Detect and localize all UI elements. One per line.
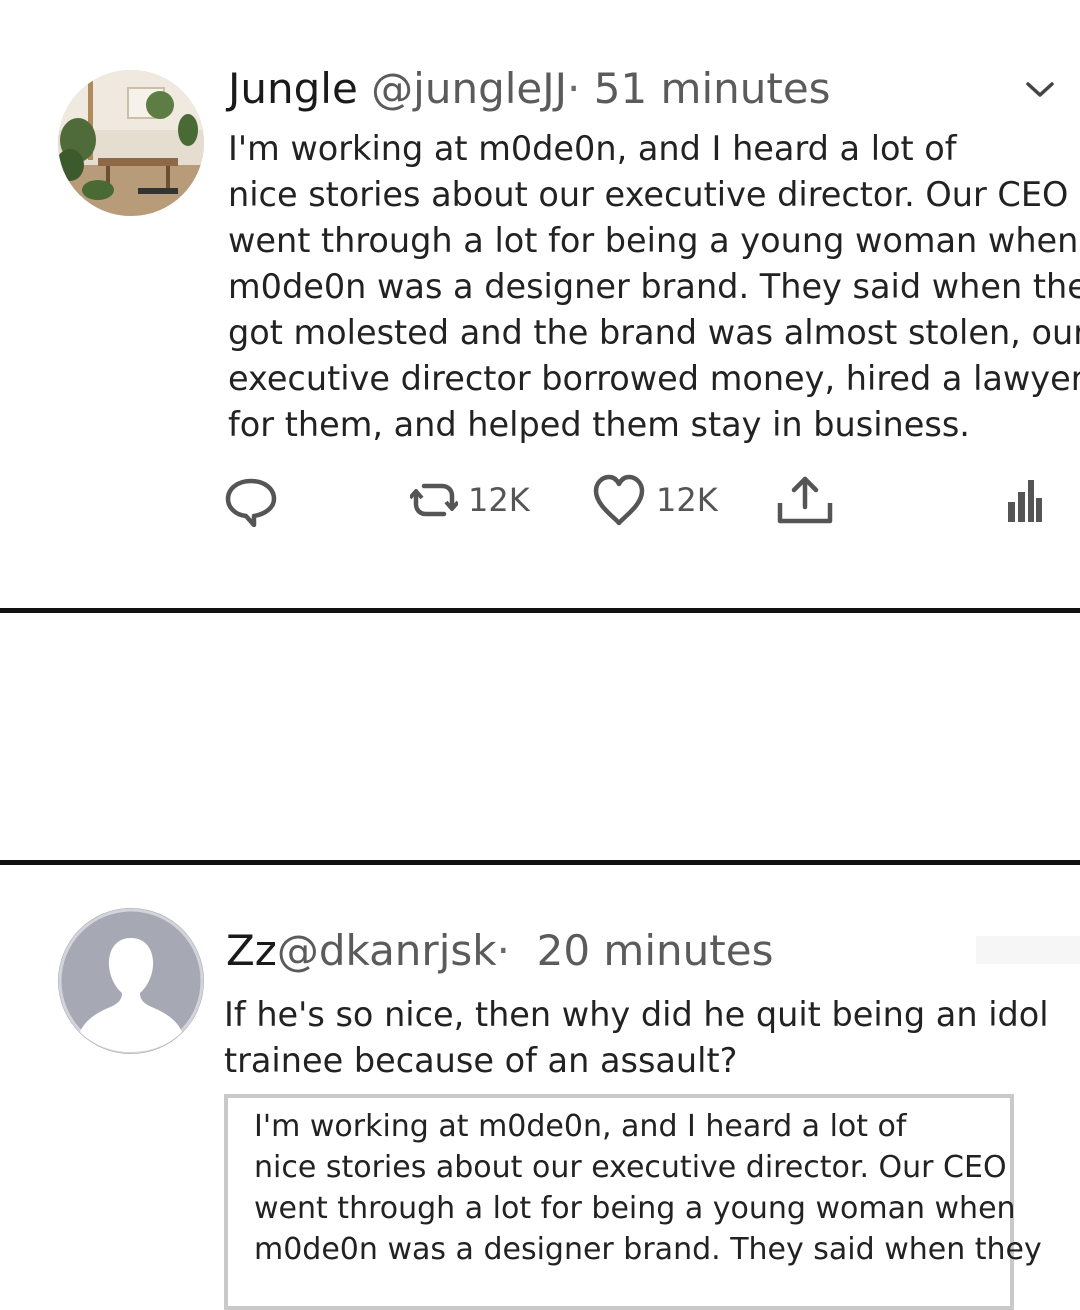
tweet-header: Zz@dkanrjsk· 20 minutes xyxy=(226,924,773,978)
tweet-text: If he's so nice, then why did he quit be… xyxy=(224,992,1049,1084)
retweet-icon xyxy=(410,483,458,517)
text-line: If he's so nice, then why did he quit be… xyxy=(224,995,1049,1034)
user-handle[interactable]: @jungleJJ xyxy=(371,64,567,113)
chevron-down-icon[interactable] xyxy=(1022,74,1058,104)
tweet-header: Jungle @jungleJJ· 51 minutes xyxy=(228,62,831,116)
reply-button[interactable] xyxy=(224,470,278,530)
quoted-tweet[interactable]: I'm working at m0de0n, and I heard a lot… xyxy=(224,1094,1042,1310)
default-avatar[interactable] xyxy=(58,908,204,1054)
display-name[interactable]: Jungle xyxy=(228,64,358,113)
share-button[interactable] xyxy=(776,470,834,530)
display-name[interactable]: Zz xyxy=(226,926,277,975)
panel-divider xyxy=(0,860,1080,865)
retweet-button[interactable]: 12K xyxy=(410,470,530,530)
text-line: I'm working at m0de0n, and I heard a lot… xyxy=(228,129,957,168)
user-avatar[interactable] xyxy=(58,70,204,216)
reply-icon xyxy=(225,478,277,527)
share-icon xyxy=(777,476,833,524)
text-line: got molested and the brand was almost st… xyxy=(228,313,1080,352)
text-line: trainee because of an assault? xyxy=(224,1041,738,1080)
timestamp[interactable]: 51 minutes xyxy=(594,64,831,113)
user-handle[interactable]: @dkanrjsk xyxy=(277,926,497,975)
analytics-button[interactable] xyxy=(1006,470,1044,530)
panel-divider xyxy=(0,608,1080,613)
text-line: nice stories about our executive directo… xyxy=(228,175,1069,214)
analytics-icon xyxy=(1008,480,1042,522)
user-silhouette-icon xyxy=(58,908,204,1054)
separator-dot: · xyxy=(567,64,581,113)
background-smudge xyxy=(976,936,1080,964)
heart-icon xyxy=(593,474,645,526)
avatar-image xyxy=(58,70,204,216)
retweet-count: 12K xyxy=(468,481,530,519)
tweet-card[interactable]: Jungle @jungleJJ· 51 minutes I'm working… xyxy=(0,0,1080,608)
separator-dot: · xyxy=(496,926,510,975)
quote-line: I'm working at m0de0n, and I heard a lot… xyxy=(254,1109,907,1144)
text-line: for them, and helped them stay in busine… xyxy=(228,405,970,444)
like-count: 12K xyxy=(656,481,718,519)
like-button[interactable]: 12K xyxy=(592,470,718,530)
text-line: executive director borrowed money, hired… xyxy=(228,359,1080,398)
tweet-text: I'm working at m0de0n, and I heard a lot… xyxy=(228,126,1080,448)
tweet-actions: 12K 12K xyxy=(0,470,1080,530)
quote-line: nice stories about our executive directo… xyxy=(254,1150,1007,1185)
text-line: m0de0n was a designer brand. They said w… xyxy=(228,267,1080,306)
text-line: went through a lot for being a young wom… xyxy=(228,221,1079,260)
timestamp[interactable]: 20 minutes xyxy=(537,926,774,975)
quote-line: m0de0n was a designer brand. They said w… xyxy=(254,1232,1042,1267)
quote-line: went through a lot for being a young wom… xyxy=(254,1191,1016,1226)
